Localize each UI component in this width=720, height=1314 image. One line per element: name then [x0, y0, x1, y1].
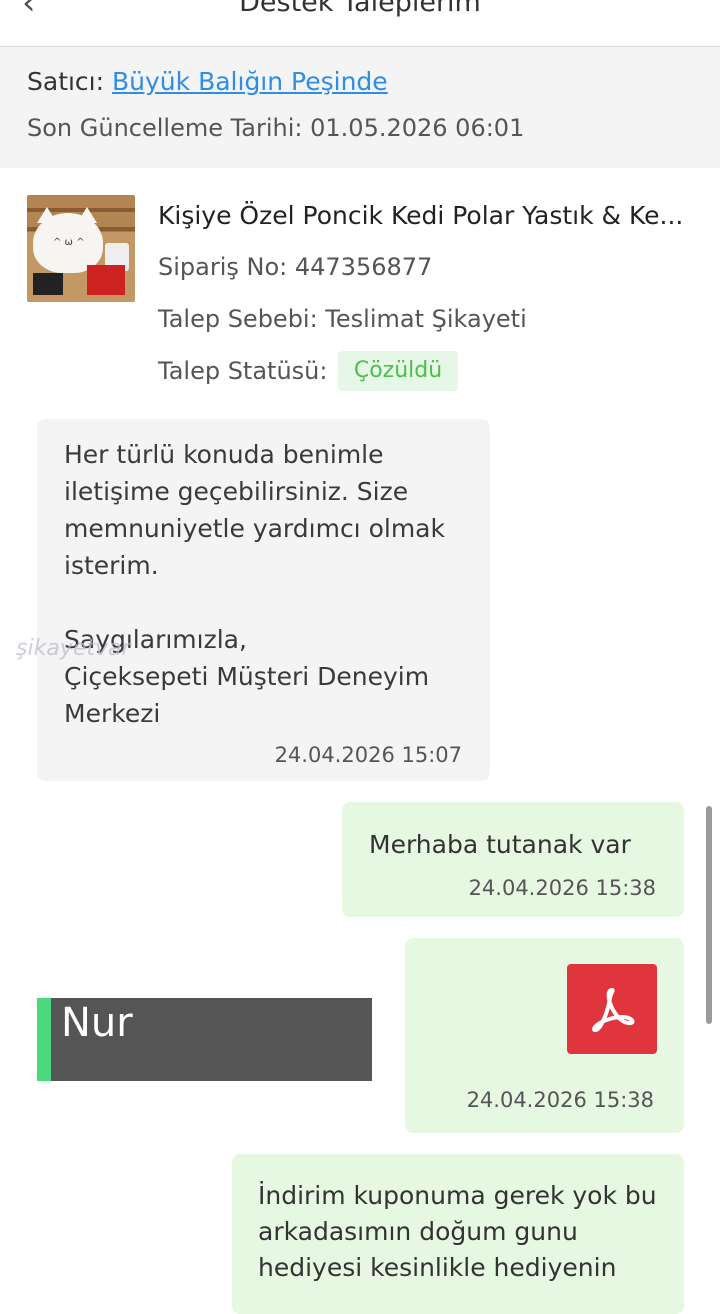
message-text: İndirim kuponuma gerek yok bu arkadasımı… — [258, 1181, 657, 1282]
watermark: şikayetvar — [16, 636, 131, 661]
seller-label: Satıcı: — [27, 67, 105, 96]
request-status-label: Talep Statüsü: — [158, 357, 328, 385]
page-title: Destek Taleplerim — [239, 0, 481, 18]
last-update-date: Son Güncelleme Tarihi: 01.05.2026 06:01 — [27, 114, 525, 142]
pdf-file-icon[interactable] — [567, 964, 657, 1054]
product-image[interactable]: ^ ω ^ — [27, 195, 135, 302]
outgoing-attachment-message: 24.04.2026 15:38 — [405, 938, 684, 1133]
request-reason: Talep Sebebi: Teslimat Şikayeti — [158, 305, 527, 333]
scrollbar[interactable] — [706, 806, 712, 1024]
outgoing-message: Merhaba tutanak var 24.04.2026 15:38 — [342, 802, 684, 917]
status-badge: Çözüldü — [338, 351, 458, 391]
outgoing-message: İndirim kuponuma gerek yok bu arkadasımı… — [232, 1154, 684, 1314]
caption-name: Nur — [61, 1000, 133, 1046]
message-time: 24.04.2026 15:38 — [466, 1088, 654, 1112]
message-time: 24.04.2026 15:07 — [274, 743, 462, 767]
top-bar: ‹ Destek Taleplerim — [0, 0, 720, 47]
caption-accent-bar — [37, 998, 51, 1081]
seller-line: Satıcı: Büyük Balığın Peşinde — [27, 67, 388, 96]
message-time: 24.04.2026 15:38 — [468, 876, 656, 900]
incoming-message: Her türlü konuda benimle iletişime geçeb… — [37, 419, 490, 781]
message-text: Her türlü konuda benimle iletişime geçeb… — [64, 440, 445, 728]
seller-link[interactable]: Büyük Balığın Peşinde — [112, 67, 388, 96]
name-caption-overlay: Nur — [37, 998, 372, 1081]
order-number: Sipariş No: 447356877 — [158, 253, 433, 281]
message-text: Merhaba tutanak var — [369, 830, 631, 859]
product-title[interactable]: Kişiye Özel Poncik Kedi Polar Yastık & K… — [158, 201, 683, 230]
seller-panel: Satıcı: Büyük Balığın Peşinde Son Güncel… — [0, 47, 720, 168]
